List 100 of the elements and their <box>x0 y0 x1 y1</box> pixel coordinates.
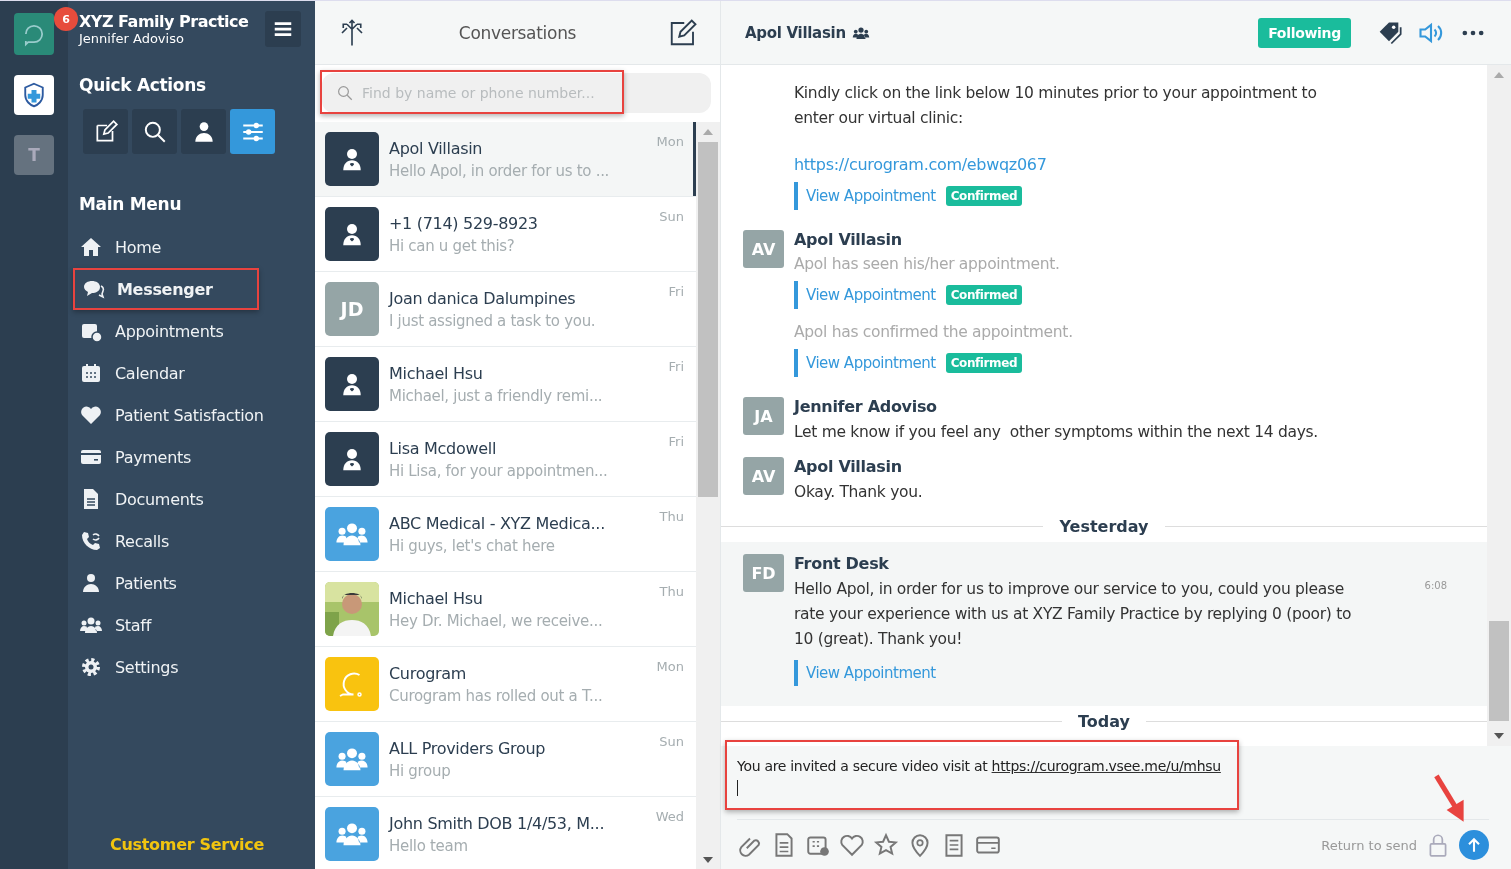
message-day: Wed <box>655 809 684 824</box>
message-preview: Hi can u get this? <box>389 236 515 255</box>
contact-name: +1 (714) 529-8923 <box>389 213 538 233</box>
star-icon[interactable] <box>873 832 899 858</box>
send-hint: Return to send <box>1321 837 1417 853</box>
conversation-item[interactable]: JD Joan danica Dalumpines I just assigned a task to you. Fri <box>315 272 696 347</box>
menu-item[interactable]: Patients <box>73 562 259 604</box>
message-preview: Hi guys, let's chat here <box>389 536 555 555</box>
menu-item[interactable]: Recalls <box>73 520 259 562</box>
compose-icon[interactable] <box>668 17 698 48</box>
avatar-initials: AV <box>743 230 784 268</box>
message-preview: Curogram has rolled out a T... <box>389 686 603 705</box>
contact-name: ABC Medical - XYZ Medica... <box>389 513 605 533</box>
message-day: Sun <box>659 734 684 749</box>
sender-name: Apol Villasin <box>794 230 903 249</box>
scrollbar[interactable] <box>1487 65 1511 746</box>
phone-icon <box>79 529 103 553</box>
sender-name: Front Desk <box>794 554 890 573</box>
message-day: Mon <box>656 659 684 674</box>
chat-logo-icon <box>325 657 379 711</box>
contact-name: John Smith DOB 1/4/53, M... <box>389 813 605 833</box>
conversation-item[interactable]: ALL Providers Group Hi group Sun <box>315 722 696 797</box>
message-preview: Michael, just a friendly remi... <box>389 386 603 405</box>
send-button[interactable] <box>1459 830 1489 860</box>
avatar-icon <box>325 132 379 186</box>
menu-item[interactable]: Appointments <box>73 310 259 352</box>
conversation-item[interactable]: Lisa Mcdowell Hi Lisa, for your appointmen... Fri <box>315 422 696 497</box>
conversation-item[interactable]: ABC Medical - XYZ Medica... Hi guys, let's chat here Thu <box>315 497 696 572</box>
home-icon <box>79 235 103 259</box>
message-text: Kindly click on the link below 10 minutes prior to your appointment to enter our virtual clinic: <box>794 83 1318 129</box>
message-preview: Hello team <box>389 836 468 855</box>
conversation-item[interactable]: John Smith DOB 1/4/53, M... Hello team Wed <box>315 797 696 869</box>
message-preview: Hey Dr. Michael, we receive... <box>389 611 603 630</box>
message-preview: Hello Apol, in order for us to ... <box>389 161 610 180</box>
message-preview: Hi Lisa, for your appointmen... <box>389 461 608 480</box>
contact-name: Apol Villasin <box>745 23 846 42</box>
conversation-item[interactable]: Apol Villasin Hello Apol, in order for us to ... Mon <box>315 122 696 197</box>
menu-item[interactable]: Messenger <box>73 268 259 310</box>
message-preview: Hi group <box>389 761 451 780</box>
contact-name: Michael Hsu <box>389 588 483 608</box>
app-logo-icon[interactable] <box>14 13 54 55</box>
message-day: Thu <box>659 584 684 599</box>
section-title: Quick Actions <box>79 75 207 95</box>
quick-action-button[interactable] <box>83 109 128 154</box>
section-title: Main Menu <box>79 194 183 214</box>
contact-name: Michael Hsu <box>389 363 483 383</box>
contact-name: Curogram <box>389 663 467 683</box>
menu-item[interactable]: Calendar <box>73 352 259 394</box>
message-day: Sun <box>659 209 684 224</box>
avatar-initials: AV <box>743 457 784 495</box>
group-avatar-icon <box>325 807 379 861</box>
conversation-item[interactable]: Curogram Curogram has rolled out a T... Mon <box>315 647 696 722</box>
avatar-icon <box>325 432 379 486</box>
status-badge: Confirmed <box>945 186 1023 206</box>
sender-name: Jennifer Adoviso <box>794 397 938 416</box>
menu-item[interactable]: Settings <box>73 646 259 688</box>
group-avatar-icon <box>325 507 379 561</box>
contact-name: Lisa Mcdowell <box>389 438 497 458</box>
conversation-item[interactable]: Michael Hsu Michael, just a friendly remi... Fri <box>315 347 696 422</box>
message-input[interactable]: You are invited a secure video visit at https://curogram.vsee.me/u/mhsu <box>721 746 1511 816</box>
message-day: Fri <box>668 434 684 449</box>
message-preview: I just assigned a task to you. <box>389 311 596 330</box>
menu-item[interactable]: Documents <box>73 478 259 520</box>
message-day: Fri <box>668 284 684 299</box>
clinic-logo-icon[interactable] <box>14 75 54 115</box>
heart-icon[interactable] <box>839 832 865 858</box>
practice-name: XYZ Family Practice <box>79 12 250 31</box>
calendar-icon <box>79 361 103 385</box>
date-divider: Today <box>1077 712 1131 731</box>
status-badge: Confirmed <box>945 285 1023 305</box>
avatar-initials: FD <box>743 554 784 592</box>
group-avatar-icon <box>325 732 379 786</box>
message-day: Mon <box>656 134 684 149</box>
menu-item[interactable]: Payments <box>73 436 259 478</box>
conversation-item[interactable]: Michael Hsu Hey Dr. Michael, we receive... Thu <box>315 572 696 647</box>
avatar-initials: JD <box>325 282 379 336</box>
menu-item[interactable]: Home <box>73 226 259 268</box>
scrollbar[interactable] <box>696 122 720 869</box>
conversation-item[interactable]: +1 (714) 529-8923 Hi can u get this? Sun <box>315 197 696 272</box>
message-day: Fri <box>668 359 684 374</box>
message-text: Let me know if you feel any other symptoms within the next 14 days. <box>794 422 1318 443</box>
user-name: Jennifer Adoviso <box>79 31 185 46</box>
message-text: Okay. Thank you. <box>794 482 923 503</box>
menu-item[interactable]: Staff <box>73 604 259 646</box>
menu-button[interactable] <box>265 11 301 47</box>
search-field[interactable]: Find by name or phone number... <box>322 73 711 113</box>
customer-service-link[interactable]: Customer Service <box>110 835 264 854</box>
contact-name: ALL Providers Group <box>389 738 546 758</box>
system-message: Apol has seen his/her appointment. <box>794 255 1061 273</box>
date-divider: Yesterday <box>1058 517 1150 536</box>
message-day: Thu <box>659 509 684 524</box>
avatar-icon <box>325 357 379 411</box>
quick-action-button[interactable] <box>181 109 226 154</box>
menu-item[interactable]: Patient Satisfaction <box>73 394 272 436</box>
panel-title: Conversations <box>457 22 578 43</box>
message-time: 6:08 <box>1424 580 1447 591</box>
quick-action-button[interactable] <box>132 109 177 154</box>
system-message: Apol has confirmed the appointment. <box>794 323 1073 341</box>
notification-badge: 6 <box>54 7 78 31</box>
settings-icon <box>79 655 103 679</box>
